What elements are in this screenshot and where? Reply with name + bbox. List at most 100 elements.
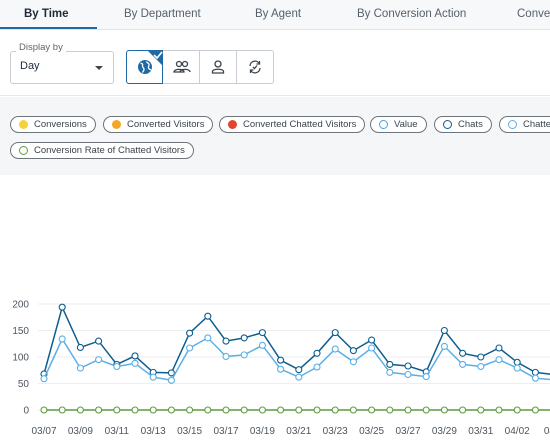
data-point-chatte — [277, 365, 285, 373]
data-point-chats — [204, 312, 212, 320]
data-point-chatte — [58, 335, 66, 343]
data-point-chats — [386, 360, 394, 368]
data-point-chatte — [368, 344, 376, 352]
x-tick-label: 03/23 — [323, 426, 348, 437]
data-point-chatte — [513, 364, 521, 372]
data-point-chats — [331, 329, 339, 337]
data-point-chatte — [349, 358, 357, 366]
data-point-conversion-rate-of-chatted-visitors — [386, 406, 394, 414]
chevron-down-icon — [95, 66, 103, 70]
data-point-chats — [459, 349, 467, 357]
data-point-conversion-rate-of-chatted-visitors — [222, 406, 230, 414]
data-point-chatte — [186, 344, 194, 352]
legend-label: Converted Chatted Visitors — [243, 119, 357, 130]
y-tick-label: 0 — [23, 406, 29, 417]
tab-by-conversion-action[interactable]: By Conversion Action — [357, 0, 466, 30]
data-point-chatte — [295, 373, 303, 381]
data-point-conversion-rate-of-chatted-visitors — [531, 406, 539, 414]
data-point-conversion-rate-of-chatted-visitors — [113, 406, 121, 414]
data-point-chatte — [40, 375, 48, 383]
view-by-group-button[interactable] — [163, 50, 200, 84]
data-point-chats — [58, 303, 66, 311]
data-point-chats — [222, 337, 230, 345]
data-point-chatte — [477, 362, 485, 371]
data-point-conversion-rate-of-chatted-visitors — [167, 406, 175, 414]
data-point-conversion-rate-of-chatted-visitors — [58, 406, 66, 414]
x-tick-label: 03/29 — [432, 426, 457, 437]
data-point-chats — [131, 352, 139, 360]
toolbar: Day Display by — [0, 30, 550, 96]
data-point-chatte — [495, 356, 503, 364]
data-point-chats — [167, 369, 175, 377]
data-point-conversion-rate-of-chatted-visitors — [76, 406, 84, 414]
x-tick-label: 03/19 — [250, 426, 275, 437]
data-point-chatte — [531, 374, 539, 382]
data-point-chats — [477, 353, 485, 361]
display-by-value: Day — [20, 60, 40, 72]
chart-legend: Conversions Converted Visitors Converted… — [0, 97, 550, 175]
x-tick-label: 03/07 — [31, 426, 56, 437]
legend-conversions[interactable]: Conversions — [10, 116, 96, 133]
x-tick-label: 03/17 — [213, 426, 238, 437]
view-by-conversion-button[interactable] — [237, 50, 274, 84]
data-point-conversion-rate-of-chatted-visitors — [404, 406, 412, 414]
data-point-chats — [95, 337, 103, 345]
legend-converted-visitors[interactable]: Converted Visitors — [103, 116, 214, 133]
selected-check-badge — [147, 50, 163, 66]
group-icon — [173, 60, 191, 73]
data-point-chats — [368, 336, 376, 344]
line-chart: 0 50 100 150 200 03/07 03/09 03/11 03/13 03/15 03/… — [12, 300, 550, 437]
data-point-chatte — [240, 351, 248, 359]
y-tick-label: 150 — [12, 326, 29, 337]
legend-dot — [112, 120, 121, 129]
data-point-conversion-rate-of-chatted-visitors — [513, 406, 521, 414]
data-point-chatte — [422, 373, 430, 381]
data-point-conversion-rate-of-chatted-visitors — [258, 406, 266, 414]
display-by-label: Display by — [16, 42, 66, 53]
data-point-chats — [349, 347, 357, 355]
x-tick-label: 03/15 — [177, 426, 202, 437]
legend-label: Conversions — [34, 119, 87, 130]
legend-label: Value — [394, 119, 418, 130]
x-tick-label: 03/09 — [68, 426, 93, 437]
legend-dot — [228, 120, 237, 129]
legend-value[interactable]: Value — [370, 116, 427, 133]
view-by-globe-button[interactable] — [126, 50, 163, 84]
tab-by-department[interactable]: By Department — [124, 0, 201, 30]
legend-chatted-truncated[interactable]: Chatte — [499, 116, 550, 133]
view-by-person-button[interactable] — [200, 50, 237, 84]
data-point-chats — [240, 334, 248, 342]
data-point-chats — [495, 344, 503, 352]
tab-conversion-truncated[interactable]: Conve — [517, 0, 550, 30]
data-point-chats — [440, 326, 448, 335]
data-point-conversion-rate-of-chatted-visitors — [40, 406, 48, 414]
data-point-chats — [258, 329, 266, 337]
data-point-chatte — [404, 370, 412, 379]
data-point-conversion-rate-of-chatted-visitors — [149, 406, 157, 414]
report-tabs: By Time By Department By Agent By Conver… — [0, 0, 550, 30]
legend-conversion-rate-chatted[interactable]: Conversion Rate of Chatted Visitors — [10, 142, 194, 159]
tab-by-agent[interactable]: By Agent — [255, 0, 301, 30]
data-point-conversion-rate-of-chatted-visitors — [495, 406, 503, 414]
legend-label: Chatte — [523, 119, 550, 130]
data-point-conversion-rate-of-chatted-visitors — [331, 406, 339, 414]
x-tick-label: 03/21 — [286, 426, 311, 437]
data-point-chatte — [331, 345, 339, 353]
data-point-conversion-rate-of-chatted-visitors — [240, 406, 248, 414]
x-tick-label: 03/31 — [468, 426, 493, 437]
legend-label: Converted Visitors — [127, 119, 205, 130]
data-point-chatte — [113, 362, 121, 371]
data-point-chats — [76, 343, 84, 352]
legend-converted-chatted-visitors[interactable]: Converted Chatted Visitors — [219, 116, 366, 133]
x-tick-label: 03/11 — [105, 426, 130, 437]
series-line-chatte — [43, 336, 550, 382]
tab-by-time[interactable]: By Time — [24, 0, 69, 30]
data-point-conversion-rate-of-chatted-visitors — [277, 406, 285, 414]
legend-ring — [508, 120, 517, 129]
display-by-select[interactable]: Day — [10, 51, 114, 84]
legend-label: Conversion Rate of Chatted Visitors — [34, 145, 185, 156]
data-point-chatte — [167, 376, 175, 384]
data-point-conversion-rate-of-chatted-visitors — [368, 406, 376, 414]
legend-chats[interactable]: Chats — [434, 116, 492, 133]
data-point-conversion-rate-of-chatted-visitors — [477, 406, 485, 414]
